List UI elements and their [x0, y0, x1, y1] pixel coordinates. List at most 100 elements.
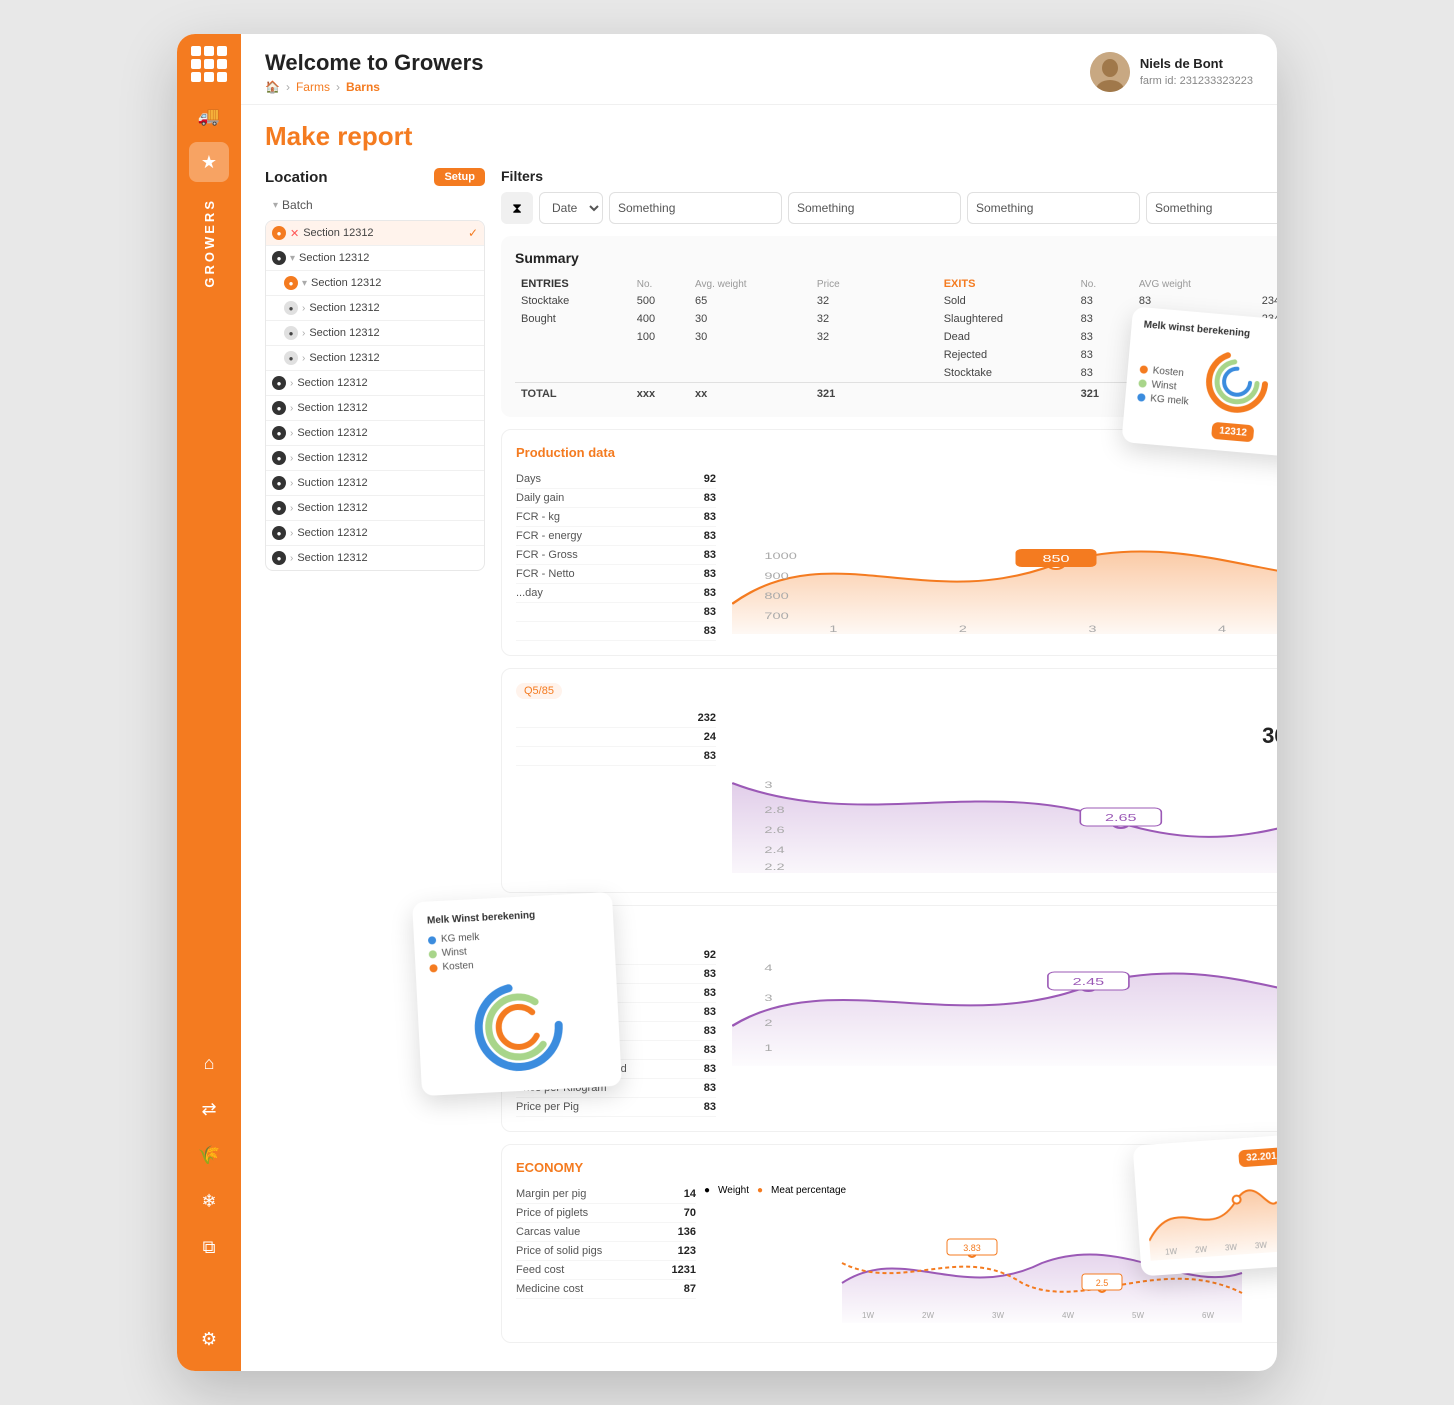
- tree-item[interactable]: ● › Section 12312: [266, 546, 484, 570]
- app-logo: [191, 46, 227, 82]
- svg-text:2.5: 2.5: [1096, 1278, 1109, 1288]
- floating-card-3: 32.201 1W 2W 3W 3W: [1133, 1135, 1277, 1277]
- eye-icon: ●: [272, 476, 286, 490]
- eye-icon: ●: [272, 426, 286, 440]
- breadcrumb-barns: Barns: [346, 80, 380, 94]
- layers-nav-icon[interactable]: ⧉: [189, 1227, 229, 1267]
- svg-text:2W: 2W: [1195, 1245, 1208, 1255]
- eye-icon: ●: [284, 351, 298, 365]
- tree-item[interactable]: ● › Section 12312: [266, 321, 484, 346]
- filter-icon: ⧗: [501, 192, 533, 224]
- svg-text:2.2: 2.2: [764, 862, 785, 872]
- tree-item[interactable]: ● › Suction 12312: [266, 471, 484, 496]
- wheat-nav-icon[interactable]: 🌾: [189, 1135, 229, 1175]
- svg-text:6W: 6W: [1202, 1311, 1214, 1320]
- tree-item-label: Section 12312: [297, 377, 478, 389]
- section3-chart-area: 2.45 4 3 2 1: [732, 946, 1277, 1117]
- svg-text:3W: 3W: [1255, 1241, 1268, 1251]
- tree-item-label: Section 12312: [297, 427, 478, 439]
- floating-card-3-value: 32.201: [1239, 1147, 1277, 1167]
- tree-item[interactable]: ● ▾ Section 12312: [266, 271, 484, 296]
- tree-item[interactable]: ● › Section 12312: [266, 521, 484, 546]
- filter-input-2[interactable]: [788, 192, 961, 224]
- kosten-label: Kosten: [1152, 365, 1184, 379]
- tree-item[interactable]: ● › Section 12312: [266, 296, 484, 321]
- breadcrumb-home: 🏠: [265, 80, 280, 94]
- winst-label: Winst: [1151, 379, 1177, 392]
- floating-card-melk-winst-1: Melk winst berekening Kosten Winst KG me…: [1121, 306, 1277, 457]
- eye-icon: ●: [272, 376, 286, 390]
- tree-item-label: Section 12312: [309, 327, 478, 339]
- weight-legend-icon: ●: [704, 1185, 710, 1196]
- tree-chevron: ▾: [290, 253, 295, 264]
- svg-text:3: 3: [764, 780, 772, 790]
- app-container: 🚚 ★ GROWERS ⌂ ⇄ 🌾 ❄ ⧉ ⚙ Welcome to Growe…: [177, 34, 1277, 1371]
- floating-card-melk-winst-2: Melk Winst berekening KG melk Winst Kost…: [412, 892, 622, 1096]
- truck-nav-icon[interactable]: 🚚: [189, 96, 229, 136]
- tree-item-label: Section 12312: [303, 227, 464, 239]
- production-title: Production data: [516, 445, 615, 460]
- brand-label: GROWERS: [202, 198, 217, 288]
- tree-item[interactable]: ● › Section 12312: [266, 371, 484, 396]
- filters-row: ⧗ Date ⊞ ✕: [501, 192, 1277, 224]
- svg-text:850: 850: [1042, 553, 1069, 564]
- page-area: Make report Location Setup ▾ Batch: [241, 105, 1277, 1371]
- production-section: Production data Q5/85 Days92 Daily gain8…: [501, 429, 1277, 656]
- svg-text:700: 700: [764, 611, 789, 621]
- svg-text:1W: 1W: [862, 1311, 874, 1320]
- svg-text:1W: 1W: [1165, 1247, 1178, 1257]
- tree-chevron: ›: [290, 528, 293, 539]
- svg-text:2.4: 2.4: [764, 845, 785, 855]
- svg-text:1000: 1000: [764, 551, 797, 561]
- home-nav-icon[interactable]: ⌂: [189, 1043, 229, 1083]
- date-filter[interactable]: Date: [539, 192, 603, 224]
- filters-section: Filters ⧗ Date ⊞ ✕: [501, 168, 1277, 224]
- svg-text:4: 4: [1218, 624, 1226, 634]
- tree-item[interactable]: ● ▾ Section 12312: [266, 246, 484, 271]
- section2-chart: Q5/85 232 24 83 Daily gain 36.442 Kg ↓: [501, 668, 1277, 893]
- svg-text:900: 900: [764, 571, 789, 581]
- user-name: Niels de Bont: [1140, 56, 1253, 71]
- eye-icon: ●: [272, 226, 286, 240]
- settings-nav-icon[interactable]: ⚙: [189, 1319, 229, 1359]
- tree-item[interactable]: ● › Section 12312: [266, 421, 484, 446]
- section2-gain-label: Daily gain: [732, 709, 1277, 721]
- daily-gain-value: 850 ↓: [732, 484, 1277, 510]
- farm-id: farm id: 231233323223: [1140, 75, 1253, 87]
- tree-item[interactable]: ● › Section 12312: [266, 346, 484, 371]
- tree-item[interactable]: ● › Section 12312: [266, 496, 484, 521]
- eye-icon: ●: [272, 401, 286, 415]
- tree-item-label: Section 12312: [299, 252, 478, 264]
- tree-chevron: ›: [290, 428, 293, 439]
- user-avatar: [1090, 52, 1130, 92]
- filter-input-1[interactable]: [609, 192, 782, 224]
- star-nav-icon[interactable]: ★: [189, 142, 229, 182]
- arrows-nav-icon[interactable]: ⇄: [189, 1089, 229, 1129]
- location-title: Location: [265, 169, 328, 186]
- svg-text:2.6: 2.6: [764, 825, 785, 835]
- tree-item-label: Section 12312: [311, 277, 478, 289]
- table-row: Stocktake5006532 Sold8383234.: [515, 292, 1277, 310]
- tree-item-label: Section 12312: [297, 552, 478, 564]
- section2-data-list: 232 24 83: [516, 709, 716, 878]
- section2-gain-value: 36.442 Kg ↓: [732, 723, 1277, 749]
- breadcrumb-farms[interactable]: Farms: [296, 80, 330, 94]
- filter-input-4[interactable]: [1146, 192, 1277, 224]
- filter-input-3[interactable]: [967, 192, 1140, 224]
- setup-button[interactable]: Setup: [434, 168, 485, 186]
- batch-label: Batch: [282, 198, 313, 212]
- tree-item-label: Section 12312: [309, 352, 478, 364]
- filters-title: Filters: [501, 168, 1277, 184]
- tree-item-label: Suction 12312: [297, 477, 478, 489]
- summary-title: Summary: [515, 250, 1277, 266]
- exits-header: EXITS: [938, 276, 1075, 292]
- svg-text:1: 1: [829, 624, 837, 634]
- tree-item[interactable]: ● › Section 12312: [266, 446, 484, 471]
- tree-chevron: ›: [302, 303, 305, 314]
- svg-text:4W: 4W: [1062, 1311, 1074, 1320]
- floating-card-1-badge: 12312: [1211, 422, 1254, 443]
- tree-item[interactable]: ● ✕ Section 12312 ✓: [266, 221, 484, 246]
- tree-item[interactable]: ● › Section 12312: [266, 396, 484, 421]
- snowflake-nav-icon[interactable]: ❄: [189, 1181, 229, 1221]
- tree-chevron: ›: [290, 378, 293, 389]
